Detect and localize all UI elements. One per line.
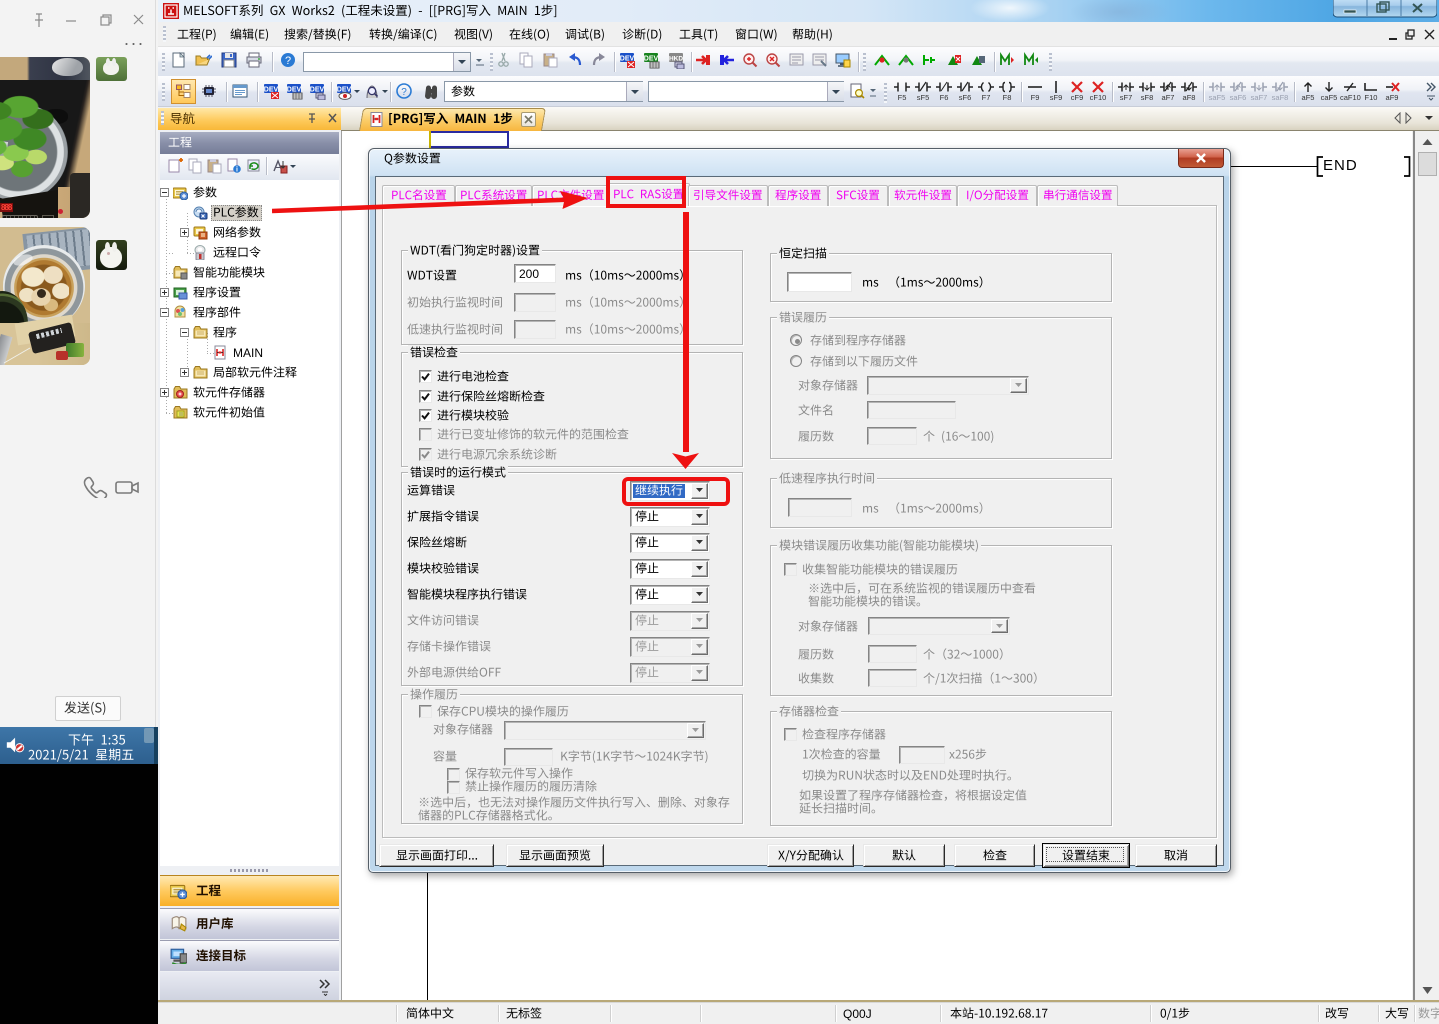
svg-text:DEV: DEV [644, 56, 659, 63]
svg-text:DEV: DEV [287, 87, 302, 94]
svg-text:HKD: HKD [669, 56, 683, 63]
svg-text:?: ? [285, 55, 291, 67]
svg-text:i: i [236, 167, 238, 174]
svg-text:DEV: DEV [310, 87, 325, 94]
svg-text:?: ? [401, 87, 407, 98]
